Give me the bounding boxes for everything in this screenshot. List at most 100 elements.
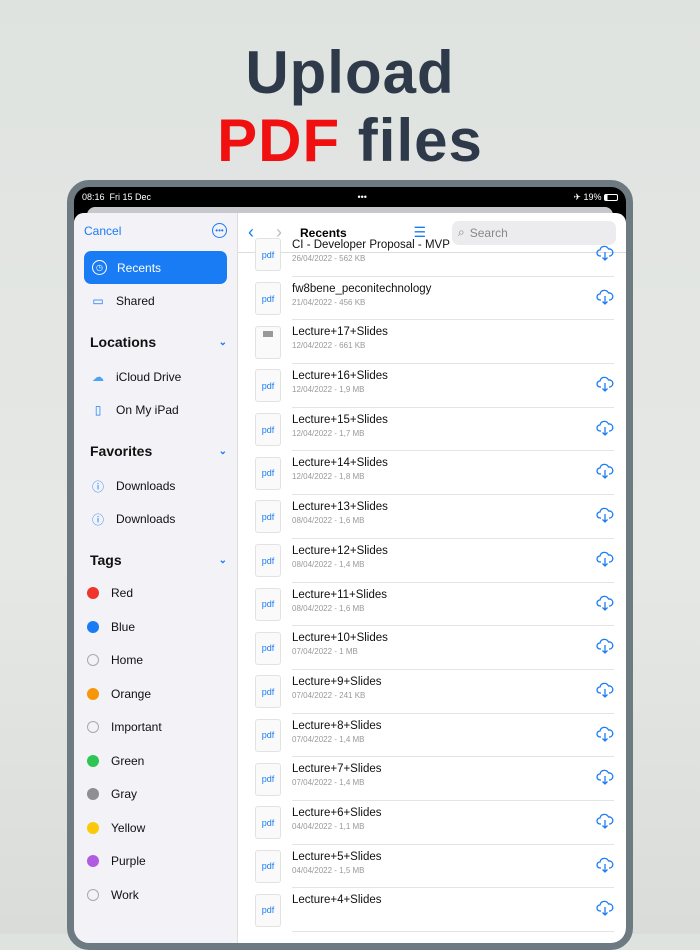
sidebar-item-label: Downloads [116, 512, 176, 526]
cloud-download-icon[interactable] [596, 900, 614, 917]
file-row[interactable]: pdf Lecture+8+Slides 07/04/2022 - 1,4 MB [238, 714, 626, 758]
sidebar: Cancel ••• ◷ Recents ▭ Shared Locations ⌄… [74, 213, 238, 943]
file-row[interactable]: pdf Lecture+14+Slides 12/04/2022 - 1,8 MB [238, 451, 626, 496]
file-meta: 12/04/2022 - 661 KB [292, 341, 366, 351]
chevron-down-icon[interactable]: ⌄ [219, 337, 227, 348]
file-name: Lecture+15+Slides [292, 413, 388, 426]
tag-home[interactable]: Home [84, 653, 227, 667]
file-row[interactable]: pdf Lecture+4+Slides [238, 888, 626, 932]
shared-folder-icon: ▭ [92, 294, 104, 308]
thumb-label: pdf [261, 555, 275, 566]
file-thumbnail [255, 325, 281, 359]
tag-important[interactable]: Important [84, 720, 227, 734]
section-tags[interactable]: Tags ⌄ [90, 552, 227, 568]
ipad-icon: ▯ [94, 403, 102, 417]
tag-red[interactable]: Red [84, 586, 227, 600]
cloud-download-icon[interactable] [596, 507, 614, 524]
file-meta: 12/04/2022 - 1,7 MB [292, 428, 365, 438]
file-name: Lecture+16+Slides [292, 370, 388, 383]
cloud-download-icon[interactable] [596, 638, 614, 655]
tag-label: Green [111, 753, 145, 768]
cloud-download-icon[interactable] [596, 551, 614, 567]
cloud-download-icon[interactable] [596, 682, 614, 698]
tag-label: Purple [111, 854, 146, 868]
clock-icon: ◷ [92, 260, 107, 275]
section-locations[interactable]: Locations ⌄ [90, 334, 227, 350]
cloud-download-icon[interactable] [596, 245, 614, 261]
tag-green[interactable]: Green [84, 754, 227, 768]
tag-label: Home [111, 653, 144, 667]
file-row[interactable]: pdf Lecture+7+Slides 07/04/2022 - 1,4 MB [238, 757, 626, 801]
cloud-download-icon[interactable] [596, 289, 614, 305]
tag-dot-icon [87, 788, 99, 800]
sidebar-item-downloads[interactable]: ⓘ Downloads [84, 478, 227, 494]
file-row[interactable]: Lecture+17+Slides 12/04/2022 - 661 KB [238, 320, 626, 365]
pdf-file-icon: pdf [255, 675, 281, 709]
more-options-icon[interactable]: ••• [212, 223, 227, 238]
tag-label: Red [111, 586, 134, 600]
section-favorites[interactable]: Favorites ⌄ [90, 443, 227, 459]
cloud-download-icon[interactable] [596, 595, 614, 611]
multitask-dots-icon[interactable]: ••• [358, 192, 367, 202]
file-meta: 08/04/2022 - 1,4 MB [292, 559, 365, 569]
chevron-down-icon[interactable]: ⌄ [219, 446, 227, 457]
cloud-download-icon[interactable] [596, 769, 614, 786]
file-row[interactable]: pdf Lecture+15+Slides 12/04/2022 - 1,7 MB [238, 408, 626, 452]
thumb-label: pdf [261, 468, 275, 479]
ipad-frame: 08:16 Fri 15 Dec ••• ✈ 19% Cancel ••• ◷ … [67, 180, 633, 950]
file-name: CI - Developer Proposal - MVP [292, 239, 450, 251]
file-row[interactable]: pdf Lecture+13+Slides 08/04/2022 - 1,6 MB [238, 495, 626, 539]
file-row[interactable]: pdf Lecture+10+Slides 07/04/2022 - 1 MB [238, 626, 626, 670]
file-list: pdf CI - Developer Proposal - MVP 26/04/2… [238, 233, 626, 932]
tag-label: Gray [111, 787, 138, 801]
cloud-download-icon[interactable] [596, 420, 614, 436]
file-row[interactable]: pdf Lecture+5+Slides 04/04/2022 - 1,5 MB [238, 845, 626, 889]
cloud-download-icon[interactable] [596, 813, 614, 829]
tag-purple[interactable]: Purple [84, 854, 227, 868]
chevron-down-icon[interactable]: ⌄ [219, 555, 227, 566]
section-title: Tags [90, 552, 122, 568]
sidebar-item-recents[interactable]: ◷ Recents [84, 251, 227, 284]
file-meta: 21/04/2022 - 456 KB [292, 297, 366, 307]
tag-dot-icon [87, 821, 99, 834]
thumb-label: pdf [261, 686, 275, 697]
sidebar-item-on-my-ipad[interactable]: ▯ On My iPad [84, 402, 227, 418]
cloud-download-icon[interactable] [596, 857, 614, 873]
file-name: Lecture+12+Slides [292, 544, 388, 557]
tag-gray[interactable]: Gray [84, 787, 227, 801]
cloud-download-icon[interactable] [596, 463, 614, 480]
tag-dot-icon [87, 721, 99, 733]
tag-yellow[interactable]: Yellow [84, 821, 227, 835]
pdf-file-icon: pdf [255, 806, 281, 840]
sidebar-item-label: Downloads [116, 479, 176, 493]
tag-blue[interactable]: Blue [84, 620, 227, 634]
file-row[interactable]: pdf fw8bene_peconitechnology 21/04/2022 -… [238, 277, 626, 321]
thumb-label: pdf [261, 249, 275, 260]
tag-work[interactable]: Work [84, 888, 227, 902]
cancel-button[interactable]: Cancel [84, 224, 121, 238]
file-row[interactable]: pdf Lecture+6+Slides 04/04/2022 - 1,1 MB [238, 801, 626, 845]
sidebar-item-label: Shared [116, 294, 155, 308]
cloud-download-icon[interactable] [596, 726, 614, 742]
file-row[interactable]: pdf Lecture+16+Slides 12/04/2022 - 1,9 MB [238, 364, 626, 408]
tag-label: Work [111, 887, 139, 902]
tag-dot-icon [87, 754, 99, 767]
sidebar-item-icloud[interactable]: ☁ iCloud Drive [84, 369, 227, 385]
cloud-download-icon[interactable] [596, 376, 614, 392]
tag-orange[interactable]: Orange [84, 687, 227, 701]
file-row[interactable]: pdf CI - Developer Proposal - MVP 26/04/2… [238, 233, 626, 277]
status-date: Fri 15 Dec [109, 192, 152, 202]
airplane-icon: ✈ [573, 191, 581, 202]
file-row[interactable]: pdf Lecture+11+Slides 08/04/2022 - 1,6 MB [238, 583, 626, 627]
sidebar-item-downloads[interactable]: ⓘ Downloads [84, 511, 227, 527]
sidebar-item-shared[interactable]: ▭ Shared [84, 293, 227, 309]
file-meta: 08/04/2022 - 1,6 MB [292, 516, 365, 526]
tag-dot-icon [87, 855, 99, 867]
thumb-label: pdf [261, 424, 275, 435]
pdf-file-icon: pdf [255, 631, 281, 665]
sidebar-item-label: Recents [117, 260, 162, 275]
tag-label: Orange [111, 686, 152, 701]
tag-label: Yellow [111, 820, 146, 835]
file-row[interactable]: pdf Lecture+9+Slides 07/04/2022 - 241 KB [238, 670, 626, 714]
file-row[interactable]: pdf Lecture+12+Slides 08/04/2022 - 1,4 MB [238, 539, 626, 583]
